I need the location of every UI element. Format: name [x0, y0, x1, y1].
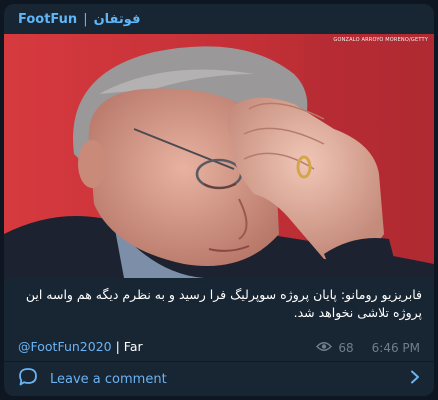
message-signature: @FootFun2020 | Far: [18, 339, 143, 354]
signature-separator: |: [115, 339, 120, 354]
channel-handle-link[interactable]: @FootFun2020: [18, 339, 112, 354]
comment-bubble-icon: [18, 367, 38, 391]
message-time: 6:46 PM: [371, 341, 420, 355]
message-meta: 68 6:46 PM: [316, 341, 420, 355]
chevron-right-icon[interactable]: [410, 370, 420, 388]
channel-name-en[interactable]: FootFun: [18, 12, 77, 27]
signature-lang: Far: [123, 339, 143, 354]
photo-illustration: [4, 34, 434, 278]
leave-comment-button[interactable]: Leave a comment: [4, 362, 434, 396]
message-photo[interactable]: GONZALO ARROYO MORENO/GETTY: [4, 34, 434, 278]
message-text: فابریزیو رومانو: پایان پروژه سوپرلیگ فرا…: [25, 287, 422, 320]
eye-icon: [316, 341, 333, 355]
view-count: 68: [338, 341, 354, 355]
photo-credit: GONZALO ARROYO MORENO/GETTY: [333, 37, 428, 43]
leave-comment-label[interactable]: Leave a comment: [50, 372, 398, 387]
header-separator: |: [83, 11, 88, 27]
channel-header[interactable]: FootFun | فوتفان: [4, 4, 434, 34]
channel-name-fa[interactable]: فوتفان: [94, 12, 141, 27]
message-card: FootFun | فوتفان GONZALO ARROYO MORENO/G…: [4, 4, 434, 396]
